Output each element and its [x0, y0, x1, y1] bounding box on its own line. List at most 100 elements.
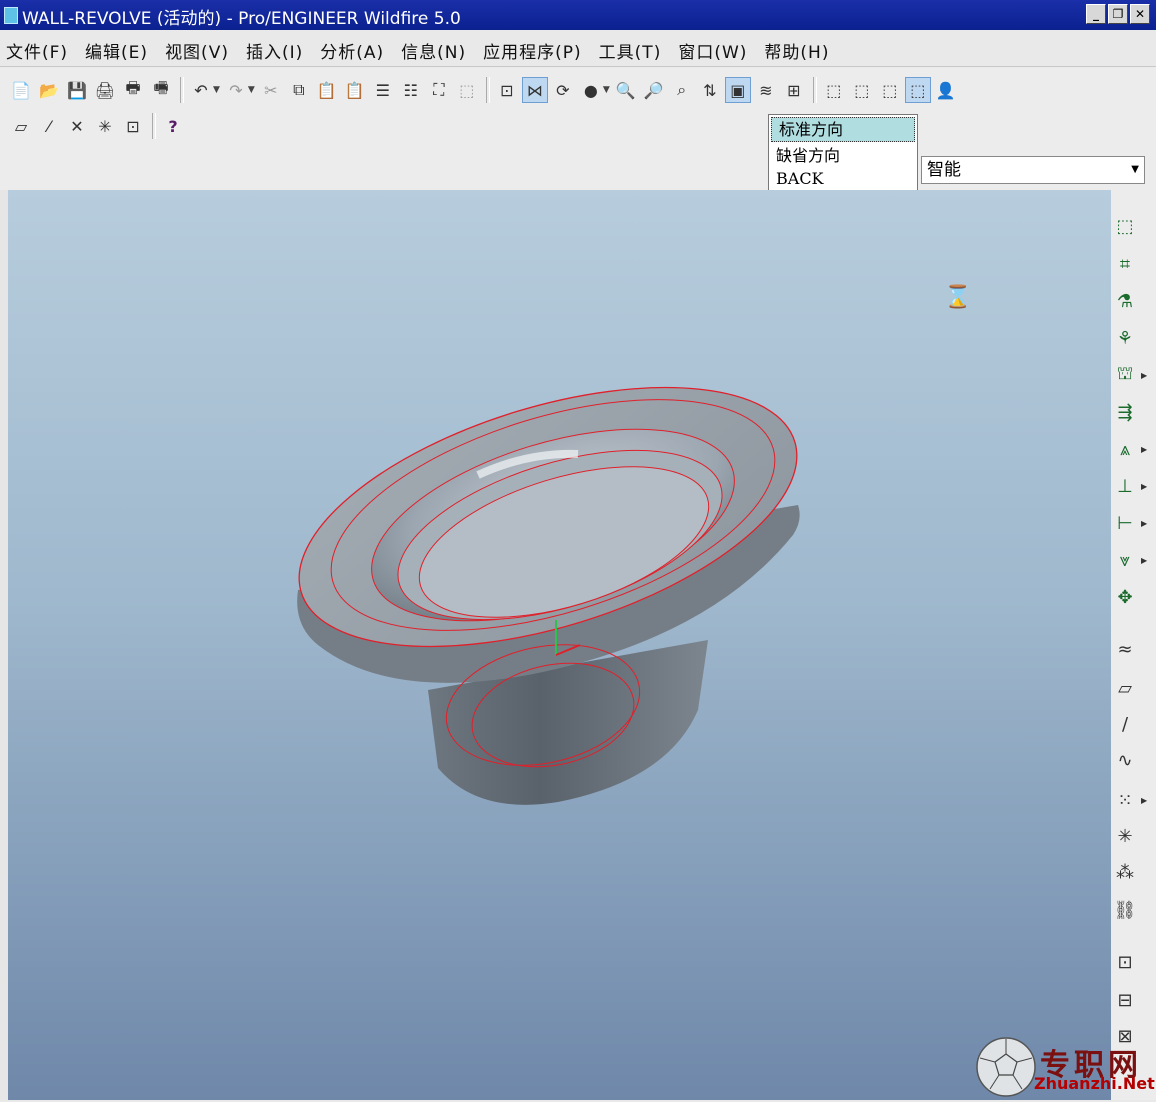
- save-icon[interactable]: 💾: [64, 77, 90, 103]
- hidden-line-icon[interactable]: ⬚: [849, 77, 875, 103]
- chain-icon[interactable]: ⛓: [1111, 896, 1139, 924]
- flatten-icon[interactable]: ⩔ ▶: [1111, 546, 1147, 574]
- context-help-icon[interactable]: ?: [160, 113, 186, 139]
- app-icon: [4, 7, 18, 24]
- annotation-element-icon[interactable]: ⊟: [1111, 986, 1139, 1014]
- menu-insert[interactable]: 插入(I): [246, 38, 303, 63]
- datum-axis-display-icon[interactable]: ⁄: [36, 113, 62, 139]
- orient-mode-icon[interactable]: ⟳: [550, 77, 576, 103]
- selection-filter-value: 智能: [927, 160, 961, 180]
- menu-info[interactable]: 信息(N): [401, 38, 466, 63]
- toolbar-separator: [812, 77, 817, 103]
- regenerate-icon[interactable]: ☰: [370, 77, 396, 103]
- menu-file[interactable]: 文件(F): [6, 38, 68, 63]
- menu-window[interactable]: 窗口(W): [678, 38, 747, 63]
- maximize-button[interactable]: ❐: [1108, 4, 1128, 24]
- annotation-icon[interactable]: ⊡: [1111, 948, 1139, 976]
- sketch-tool-icon[interactable]: ⌗: [1111, 250, 1139, 278]
- wireframe-icon[interactable]: ⬚: [821, 77, 847, 103]
- saved-views-dropdown: 标准方向 缺省方向 BACK: [768, 114, 918, 192]
- annotation-display-icon[interactable]: ⊡: [120, 113, 146, 139]
- open-file-icon[interactable]: 📂: [36, 77, 62, 103]
- revolved-wall-model[interactable]: [269, 336, 827, 805]
- select-box-icon[interactable]: ⬚: [454, 77, 480, 103]
- datum-axis-icon[interactable]: /: [1111, 710, 1139, 738]
- toolbar-separator: [485, 77, 490, 103]
- window-title: WALL-REVOLVE (活动的) - Pro/ENGINEER Wildfi…: [22, 9, 461, 29]
- saved-views-icon[interactable]: ▣: [724, 77, 751, 103]
- toolbar-row-2: ⏥ ⁄ ✕ ✳ ⊡ ?: [8, 113, 188, 139]
- title-bar: WALL-REVOLVE (活动的) - Pro/ENGINEER Wildfi…: [0, 0, 1156, 30]
- toolbar-row-1: 📄 📂 💾 🖨 🖶 🖷 ↶ ▼ ↷ ▼ ✂ ⧉ 📋 📋 ☰ ☷ ⛶ ⬚ ⊡ ⋈ …: [8, 77, 961, 103]
- menu-applications[interactable]: 应用程序(P): [483, 38, 582, 63]
- csys-icon[interactable]: ✳: [1111, 822, 1139, 850]
- unbend-icon[interactable]: ⩓ ▶: [1111, 435, 1147, 463]
- bend-icon[interactable]: ⊥ ▶: [1111, 472, 1147, 500]
- view-option-standard[interactable]: 标准方向: [771, 117, 915, 142]
- view-option-default[interactable]: 缺省方向: [769, 144, 917, 167]
- soccer-ball-logo-icon: [976, 1037, 1036, 1097]
- layers-icon[interactable]: ≋: [753, 77, 779, 103]
- appearance-icon[interactable]: ●: [578, 77, 604, 103]
- copy-icon[interactable]: ⧉: [286, 77, 312, 103]
- extend-icon[interactable]: ⇶: [1111, 398, 1139, 426]
- spin-center-icon[interactable]: ⋈: [521, 77, 548, 103]
- watermark-text-en: Zhuanzhi.Net: [1034, 1074, 1155, 1093]
- datum-plane-display-icon[interactable]: ⏥: [8, 113, 34, 139]
- zoom-in-icon[interactable]: 🔍: [613, 77, 639, 103]
- regen-manager-icon[interactable]: ☷: [398, 77, 424, 103]
- menu-help[interactable]: 帮助(H): [764, 38, 829, 63]
- toolbar-separator: [180, 77, 184, 103]
- csys-display-icon[interactable]: ✳: [92, 113, 118, 139]
- shading-icon[interactable]: ⬚: [904, 77, 931, 103]
- user-icon[interactable]: 👤: [933, 77, 959, 103]
- flat-wall-icon[interactable]: ⚘: [1111, 324, 1139, 352]
- zoom-out-icon[interactable]: 🔎: [641, 77, 667, 103]
- no-hidden-icon[interactable]: ⬚: [877, 77, 903, 103]
- email-link-icon[interactable]: 🖷: [148, 77, 174, 103]
- new-file-icon[interactable]: 📄: [8, 77, 34, 103]
- redo-dropdown-icon[interactable]: ▼: [248, 85, 255, 95]
- sketched-curve-icon[interactable]: ∿: [1111, 746, 1139, 774]
- appearance-dropdown-icon[interactable]: ▼: [603, 85, 610, 95]
- menu-view[interactable]: 视图(V): [165, 38, 229, 63]
- minimize-button[interactable]: _: [1086, 4, 1106, 24]
- datum-curve-icon[interactable]: ≈: [1111, 635, 1139, 663]
- repaint-icon[interactable]: ⊡: [494, 77, 520, 103]
- selection-filter[interactable]: 智能 ▼: [921, 156, 1145, 184]
- refit-icon[interactable]: ⌕: [669, 77, 695, 103]
- paste-icon[interactable]: 📋: [314, 77, 340, 103]
- reorient-icon[interactable]: ⇅: [697, 77, 723, 103]
- menu-tools[interactable]: 工具(T): [599, 38, 662, 63]
- flange-wall-icon[interactable]: ⛫ ▶: [1111, 361, 1147, 389]
- email-icon[interactable]: 🖶: [120, 77, 146, 103]
- datum-point-display-icon[interactable]: ✕: [64, 113, 90, 139]
- analysis-feature-icon[interactable]: ⁂: [1111, 858, 1139, 886]
- print-icon[interactable]: 🖨: [92, 77, 118, 103]
- menu-analysis[interactable]: 分析(A): [320, 38, 384, 63]
- undo-icon[interactable]: ↶: [188, 77, 214, 103]
- view-manager-icon[interactable]: ⊞: [781, 77, 807, 103]
- menu-edit[interactable]: 编辑(E): [85, 38, 148, 63]
- datum-plane-tool-icon[interactable]: ⬚: [1111, 212, 1139, 240]
- undo-dropdown-icon[interactable]: ▼: [213, 85, 220, 95]
- toolbar-separator: [152, 113, 156, 139]
- redo-icon[interactable]: ↷: [223, 77, 249, 103]
- datum-plane-icon[interactable]: ▱: [1111, 674, 1139, 702]
- form-icon[interactable]: ✥: [1111, 583, 1139, 611]
- chevron-down-icon[interactable]: ▼: [1131, 157, 1139, 183]
- close-button[interactable]: ✕: [1130, 4, 1150, 24]
- model-canvas: [269, 336, 827, 805]
- graphics-viewport[interactable]: [8, 190, 1111, 1100]
- edge-bend-icon[interactable]: ⊢ ▶: [1111, 509, 1147, 537]
- view-option-back[interactable]: BACK: [769, 167, 917, 190]
- hourglass-cursor-icon: ⌛: [944, 285, 972, 310]
- wall-tool-icon[interactable]: ⚗: [1111, 287, 1139, 315]
- datum-point-icon[interactable]: ⁙ ▶: [1111, 786, 1147, 814]
- right-feature-toolbar: ⬚ ⌗ ⚗ ⚘ ⛫ ▶ ⇶ ⩓ ▶ ⊥ ▶ ⊢ ▶ ⩔ ▶ ✥ ≈ ▱ / ∿ ⁙ ▶ ✳ …: [1111, 190, 1156, 1100]
- left-panel-edge[interactable]: [0, 190, 8, 1100]
- cut-icon[interactable]: ✂: [258, 77, 284, 103]
- menu-bar: 文件(F) 编辑(E) 视图(V) 插入(I) 分析(A) 信息(N) 应用程序…: [0, 34, 1156, 66]
- find-icon[interactable]: ⛶: [426, 77, 452, 103]
- paste-special-icon[interactable]: 📋: [342, 77, 368, 103]
